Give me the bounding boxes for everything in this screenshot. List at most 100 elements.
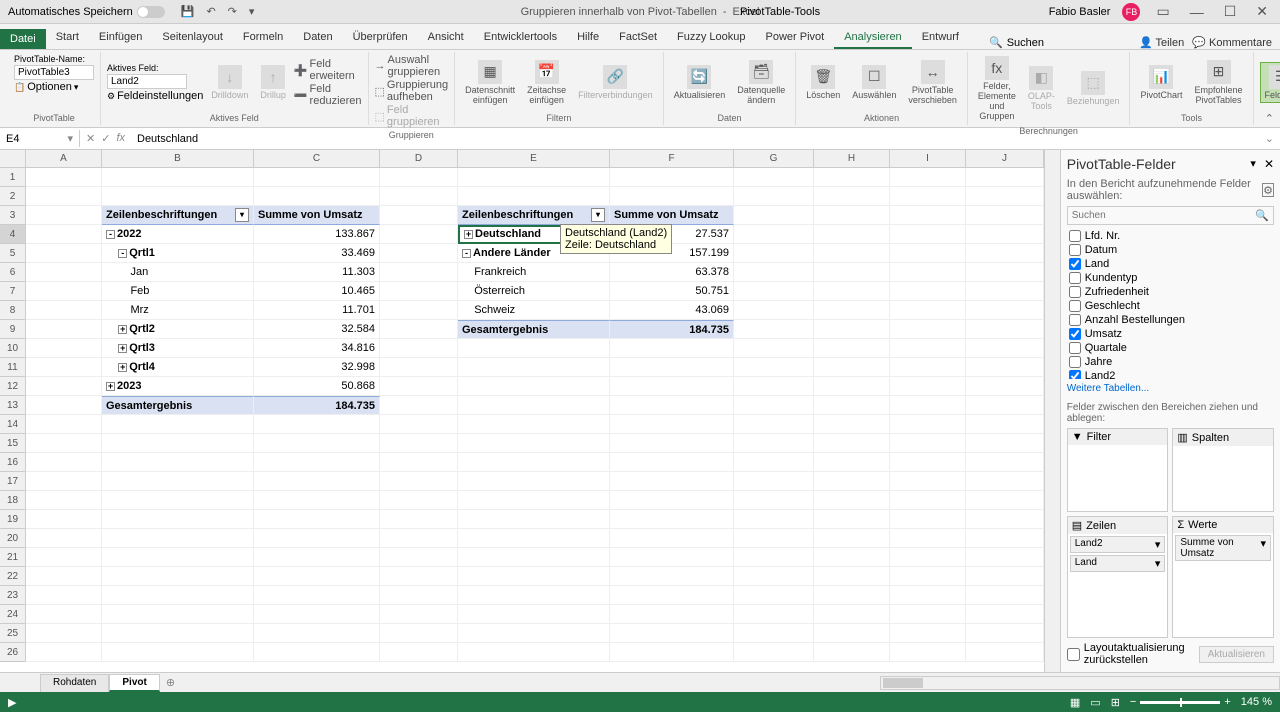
cell[interactable]: [966, 434, 1044, 453]
cell[interactable]: [890, 301, 966, 320]
cell[interactable]: [102, 453, 254, 472]
cell[interactable]: [610, 586, 734, 605]
cell[interactable]: [734, 282, 814, 301]
worksheet[interactable]: ABCDEFGHIJ 123Zeilenbeschriftungen▾Summe…: [0, 150, 1044, 672]
cell[interactable]: [610, 567, 734, 586]
cell[interactable]: [966, 453, 1044, 472]
cell[interactable]: [380, 282, 458, 301]
cell[interactable]: Österreich: [458, 282, 610, 301]
cell[interactable]: [254, 453, 380, 472]
expand-icon[interactable]: +: [464, 230, 473, 239]
cell[interactable]: Summe von Umsatz: [610, 206, 734, 225]
row-header[interactable]: 21: [0, 548, 26, 567]
pane-menu-icon[interactable]: ▾: [1250, 157, 1256, 171]
cell[interactable]: [610, 339, 734, 358]
row-header[interactable]: 22: [0, 567, 26, 586]
row-header[interactable]: 17: [0, 472, 26, 491]
cell[interactable]: [734, 510, 814, 529]
cell[interactable]: [734, 434, 814, 453]
cell[interactable]: [734, 301, 814, 320]
move-button[interactable]: ↔PivotTable verschieben: [904, 58, 961, 108]
cell[interactable]: [380, 472, 458, 491]
row-header[interactable]: 2: [0, 187, 26, 206]
cell[interactable]: 184.735: [254, 396, 380, 415]
cell[interactable]: [26, 453, 102, 472]
cell[interactable]: [890, 282, 966, 301]
cell[interactable]: -2022: [102, 225, 254, 244]
formula-input[interactable]: [131, 131, 1259, 147]
expand-field-button[interactable]: ➕ Feld erweitern: [294, 58, 362, 82]
col-header[interactable]: D: [380, 150, 458, 168]
cell[interactable]: [610, 358, 734, 377]
cell[interactable]: 33.469: [254, 244, 380, 263]
expand-icon[interactable]: +: [118, 325, 127, 334]
cell[interactable]: [458, 339, 610, 358]
sheet-tab[interactable]: Pivot: [109, 674, 159, 692]
cell[interactable]: [458, 415, 610, 434]
cell[interactable]: [814, 206, 890, 225]
cell[interactable]: Mrz: [102, 301, 254, 320]
field-checkbox[interactable]: [1069, 370, 1081, 379]
row-header[interactable]: 1: [0, 168, 26, 187]
row-header[interactable]: 6: [0, 263, 26, 282]
cell[interactable]: [26, 282, 102, 301]
cell[interactable]: [814, 491, 890, 510]
cell[interactable]: 34.816: [254, 339, 380, 358]
row-header[interactable]: 15: [0, 434, 26, 453]
timeline-button[interactable]: 📅Zeitachse einfügen: [523, 58, 570, 108]
cell[interactable]: [26, 168, 102, 187]
cell[interactable]: [734, 377, 814, 396]
field-checkbox[interactable]: [1069, 300, 1081, 312]
cell[interactable]: [102, 168, 254, 187]
active-field-input[interactable]: [107, 74, 187, 89]
cell[interactable]: [380, 586, 458, 605]
cell[interactable]: Zeilenbeschriftungen▾: [458, 206, 610, 225]
cell[interactable]: [890, 396, 966, 415]
cell[interactable]: [254, 643, 380, 662]
row-header[interactable]: 14: [0, 415, 26, 434]
row-header[interactable]: 12: [0, 377, 26, 396]
row-header[interactable]: 25: [0, 624, 26, 643]
search-box[interactable]: 🔍 Suchen: [989, 36, 1044, 49]
cell[interactable]: [254, 529, 380, 548]
cell[interactable]: [26, 548, 102, 567]
filter-icon[interactable]: ▾: [235, 208, 249, 222]
cell[interactable]: [966, 643, 1044, 662]
cell[interactable]: [26, 206, 102, 225]
row-header[interactable]: 20: [0, 529, 26, 548]
area-columns[interactable]: ▥Spalten: [1172, 428, 1274, 512]
cell[interactable]: [734, 187, 814, 206]
pivot-name-input[interactable]: [14, 65, 94, 80]
cancel-formula-icon[interactable]: ✕: [86, 132, 95, 145]
cell[interactable]: [814, 320, 890, 339]
cell[interactable]: [380, 548, 458, 567]
share-button[interactable]: 👤 Teilen: [1139, 36, 1184, 49]
cell[interactable]: [610, 434, 734, 453]
cell[interactable]: [610, 548, 734, 567]
cell[interactable]: [458, 396, 610, 415]
cell[interactable]: [380, 567, 458, 586]
cell[interactable]: [610, 396, 734, 415]
cell[interactable]: [26, 434, 102, 453]
area-rows[interactable]: ▤ZeilenLand2▾Land▾: [1067, 516, 1169, 638]
cell[interactable]: [458, 605, 610, 624]
cell[interactable]: [102, 434, 254, 453]
cell[interactable]: [26, 529, 102, 548]
collapse-ribbon-icon[interactable]: ⌃: [1265, 112, 1274, 125]
cell[interactable]: [890, 168, 966, 187]
cell[interactable]: [966, 586, 1044, 605]
cell[interactable]: [734, 624, 814, 643]
cell[interactable]: [814, 225, 890, 244]
col-header[interactable]: F: [610, 150, 734, 168]
cell[interactable]: [734, 320, 814, 339]
cell[interactable]: [966, 510, 1044, 529]
cell[interactable]: [814, 282, 890, 301]
cell[interactable]: Schweiz: [458, 301, 610, 320]
tab-überprüfen[interactable]: Überprüfen: [343, 27, 418, 49]
row-header[interactable]: 26: [0, 643, 26, 662]
cell[interactable]: [966, 206, 1044, 225]
pane-settings-icon[interactable]: ⚙: [1262, 183, 1274, 197]
cell[interactable]: [458, 586, 610, 605]
cell[interactable]: [890, 415, 966, 434]
row-header[interactable]: 19: [0, 510, 26, 529]
